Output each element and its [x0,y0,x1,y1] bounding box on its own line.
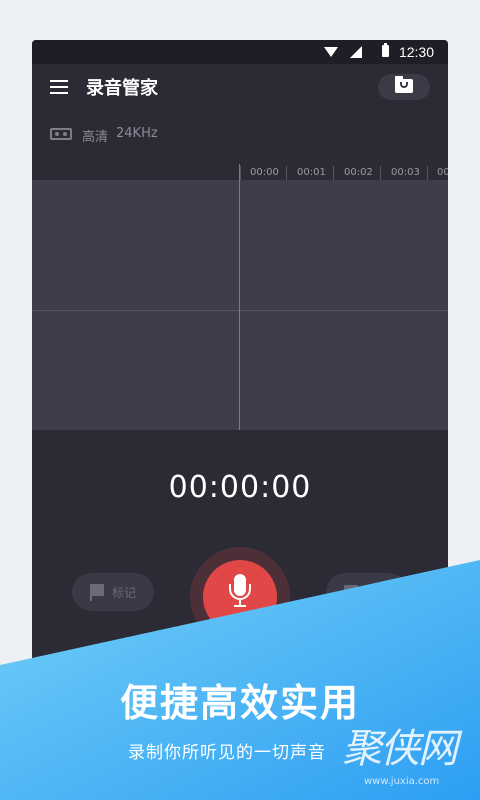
status-time: 12:30 [398,44,434,60]
sample-rate: 24KHz [116,126,158,141]
wifi-icon [324,47,338,57]
watermark-url: www.juxia.com [364,776,440,787]
record-button[interactable] [203,560,277,634]
recordings-folder-button[interactable] [378,74,430,100]
timeline-label: 00:03 [391,167,420,178]
app-title: 录音管家 [86,78,158,99]
timeline-label: 00:01 [297,167,326,178]
timeline-label: 00:00 [250,167,279,178]
mark-button[interactable]: 标记 [72,573,154,611]
microphone-icon [229,574,251,608]
waveform-baseline [32,310,448,311]
timeline-label: 00:02 [344,167,373,178]
list-icon [344,585,358,597]
site-watermark: 聚侠网 www.juxia.com [338,716,468,794]
folder-icon [395,76,413,93]
watermark-logo: 聚侠网 [342,726,458,772]
app-bar: 录音管家 [32,64,448,110]
recording-timer: 00:00:00 [168,470,312,505]
signal-icon [350,46,362,58]
battery-icon [382,43,389,57]
waveform-area[interactable] [32,180,448,430]
status-bar: 12:30 [32,40,448,64]
timeline-label: 00 [437,167,448,178]
playhead-line [239,180,240,430]
promo-subtitle: 录制你所听见的一切声音 [128,743,326,763]
cassette-icon [50,128,72,140]
flag-icon [90,584,104,601]
mark-label: 标记 [112,586,137,600]
menu-icon[interactable] [50,80,68,94]
quality-label: 高清 [82,130,109,145]
ruler-playhead [239,164,240,180]
recordings-list-button[interactable] [326,573,408,611]
